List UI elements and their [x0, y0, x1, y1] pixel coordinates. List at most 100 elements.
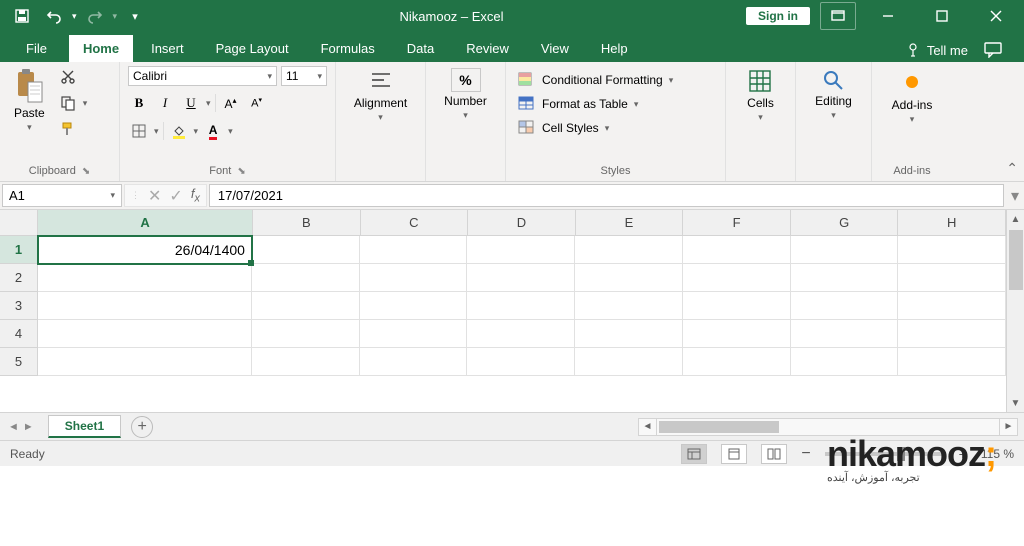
undo-icon[interactable] — [40, 2, 68, 30]
cell-H4[interactable] — [898, 320, 1006, 348]
row-header-5[interactable]: 5 — [0, 348, 38, 376]
minimize-button[interactable] — [866, 1, 910, 31]
cancel-icon[interactable]: ✕ — [148, 186, 161, 206]
column-header-C[interactable]: C — [361, 210, 469, 236]
cell-F2[interactable] — [683, 264, 791, 292]
border-icon[interactable] — [128, 120, 150, 142]
underline-button[interactable]: U — [180, 92, 202, 114]
cell-C3[interactable] — [360, 292, 468, 320]
scroll-down-icon[interactable]: ▼ — [1007, 394, 1024, 412]
maximize-button[interactable] — [920, 1, 964, 31]
scroll-left-icon[interactable]: ◄ — [639, 419, 657, 435]
comments-icon[interactable] — [980, 38, 1006, 62]
normal-view-icon[interactable] — [681, 444, 707, 464]
row-header-4[interactable]: 4 — [0, 320, 38, 348]
chevron-down-icon[interactable]: ▾ — [228, 126, 233, 137]
sheet-nav-next-icon[interactable]: ► — [23, 421, 34, 433]
tab-view[interactable]: View — [527, 35, 583, 62]
tab-home[interactable]: Home — [69, 35, 133, 62]
redo-dropdown-icon[interactable]: ▾ — [113, 11, 118, 22]
cell-B4[interactable] — [252, 320, 360, 348]
add-sheet-button[interactable]: + — [131, 416, 153, 438]
column-header-B[interactable]: B — [253, 210, 361, 236]
tab-formulas[interactable]: Formulas — [307, 35, 389, 62]
column-header-D[interactable]: D — [468, 210, 576, 236]
cell-C2[interactable] — [360, 264, 468, 292]
number-button[interactable]: % Number ▾ — [438, 66, 493, 123]
cell-D2[interactable] — [467, 264, 575, 292]
paste-button[interactable]: Paste ▾ — [8, 66, 51, 135]
cell-E1[interactable] — [575, 236, 683, 264]
cell-A3[interactable] — [38, 292, 252, 320]
tab-data[interactable]: Data — [393, 35, 448, 62]
cell-F1[interactable] — [683, 236, 791, 264]
tab-insert[interactable]: Insert — [137, 35, 198, 62]
font-name-combo[interactable]: Calibri▾ — [128, 66, 277, 86]
cell-F5[interactable] — [683, 348, 791, 376]
zoom-out-icon[interactable]: − — [801, 445, 810, 463]
cell-F4[interactable] — [683, 320, 791, 348]
conditional-formatting-button[interactable]: Conditional Formatting▾ — [514, 70, 677, 90]
formula-input[interactable]: 17/07/2021 — [209, 184, 1004, 207]
alignment-button[interactable]: Alignment ▾ — [348, 66, 413, 125]
tab-review[interactable]: Review — [452, 35, 523, 62]
format-as-table-button[interactable]: Format as Table▾ — [514, 94, 642, 114]
column-header-E[interactable]: E — [576, 210, 684, 236]
select-all-corner[interactable] — [0, 210, 38, 236]
fx-icon[interactable]: fx — [191, 186, 200, 205]
page-layout-view-icon[interactable] — [721, 444, 747, 464]
cell-B3[interactable] — [252, 292, 360, 320]
close-button[interactable] — [974, 1, 1018, 31]
decrease-font-icon[interactable]: A▾ — [246, 92, 268, 114]
enter-icon[interactable]: ✓ — [169, 186, 182, 206]
qat-customize-icon[interactable]: ▾ — [121, 2, 149, 30]
chevron-down-icon[interactable]: ▾ — [194, 126, 199, 137]
vertical-scrollbar[interactable]: ▲ ▼ — [1006, 210, 1024, 412]
scroll-up-icon[interactable]: ▲ — [1007, 210, 1024, 228]
cells-area[interactable]: 26/04/1400 — [38, 236, 1006, 412]
cell-E3[interactable] — [575, 292, 683, 320]
cell-G2[interactable] — [791, 264, 899, 292]
horizontal-scrollbar[interactable]: ◄ ► — [638, 418, 1018, 436]
cell-C5[interactable] — [360, 348, 468, 376]
cell-D3[interactable] — [467, 292, 575, 320]
sheet-nav-prev-icon[interactable]: ◄ — [8, 421, 19, 433]
copy-icon[interactable] — [57, 92, 79, 114]
dialog-launcher-icon[interactable]: ⬊ — [237, 166, 245, 177]
ribbon-display-options-icon[interactable] — [820, 2, 856, 30]
cells-button[interactable]: Cells ▾ — [741, 66, 780, 125]
expand-formula-bar-icon[interactable]: ▾ — [1006, 182, 1024, 209]
scrollbar-thumb[interactable] — [1009, 230, 1023, 290]
name-box[interactable]: A1 ▾ — [2, 184, 122, 207]
scrollbar-thumb[interactable] — [659, 421, 779, 433]
row-header-2[interactable]: 2 — [0, 264, 38, 292]
page-break-view-icon[interactable] — [761, 444, 787, 464]
cell-H5[interactable] — [898, 348, 1006, 376]
chevron-down-icon[interactable]: ▾ — [206, 98, 211, 109]
zoom-level[interactable]: 115 % — [981, 447, 1014, 461]
tab-page-layout[interactable]: Page Layout — [202, 35, 303, 62]
sign-in-button[interactable]: Sign in — [746, 7, 810, 25]
row-header-3[interactable]: 3 — [0, 292, 38, 320]
cell-H1[interactable] — [898, 236, 1006, 264]
font-size-combo[interactable]: 11▾ — [281, 66, 327, 86]
column-header-A[interactable]: A — [38, 210, 253, 236]
cell-G5[interactable] — [791, 348, 899, 376]
cell-D1[interactable] — [467, 236, 575, 264]
row-header-1[interactable]: 1 — [0, 236, 38, 264]
chevron-down-icon[interactable]: ▾ — [83, 98, 88, 109]
cell-H2[interactable] — [898, 264, 1006, 292]
cell-F3[interactable] — [683, 292, 791, 320]
cut-icon[interactable] — [57, 66, 79, 88]
addins-button[interactable]: Add-ins ▾ — [886, 66, 939, 127]
cell-E4[interactable] — [575, 320, 683, 348]
cell-B1[interactable] — [252, 236, 360, 264]
column-header-G[interactable]: G — [791, 210, 899, 236]
cell-A2[interactable] — [38, 264, 252, 292]
zoom-slider[interactable] — [825, 452, 945, 456]
format-painter-icon[interactable] — [57, 118, 79, 140]
column-header-F[interactable]: F — [683, 210, 791, 236]
increase-font-icon[interactable]: A▴ — [220, 92, 242, 114]
bold-button[interactable]: B — [128, 92, 150, 114]
cell-D4[interactable] — [467, 320, 575, 348]
